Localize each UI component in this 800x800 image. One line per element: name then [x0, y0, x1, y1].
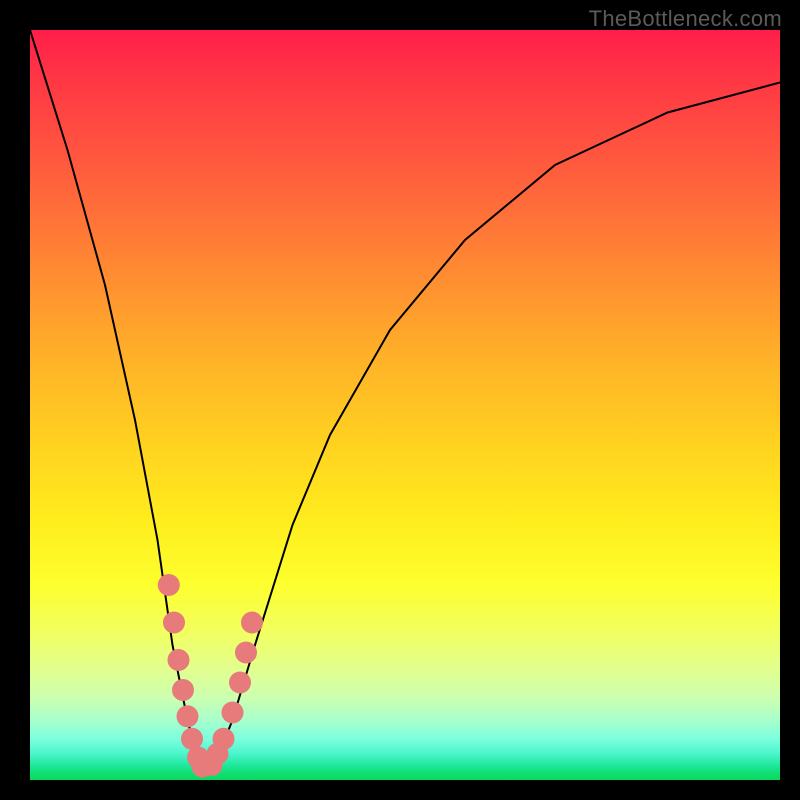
chart-frame: TheBottleneck.com: [0, 0, 800, 800]
marker-dot: [172, 679, 194, 701]
watermark-text: TheBottleneck.com: [589, 6, 782, 32]
marker-dot: [181, 728, 203, 750]
marker-dot: [241, 612, 263, 634]
plot-area: [30, 30, 780, 780]
marker-dot: [163, 612, 185, 634]
marker-dot: [177, 705, 199, 727]
marker-dot: [222, 702, 244, 724]
marker-dot: [158, 574, 180, 596]
marker-dot: [168, 649, 190, 671]
curve-layer: [30, 30, 780, 780]
marker-dot: [235, 642, 257, 664]
marker-dot: [229, 672, 251, 694]
curve-markers: [158, 574, 263, 778]
marker-dot: [213, 728, 235, 750]
bottleneck-curve: [30, 30, 780, 769]
bottleneck-curve-path: [30, 30, 780, 769]
